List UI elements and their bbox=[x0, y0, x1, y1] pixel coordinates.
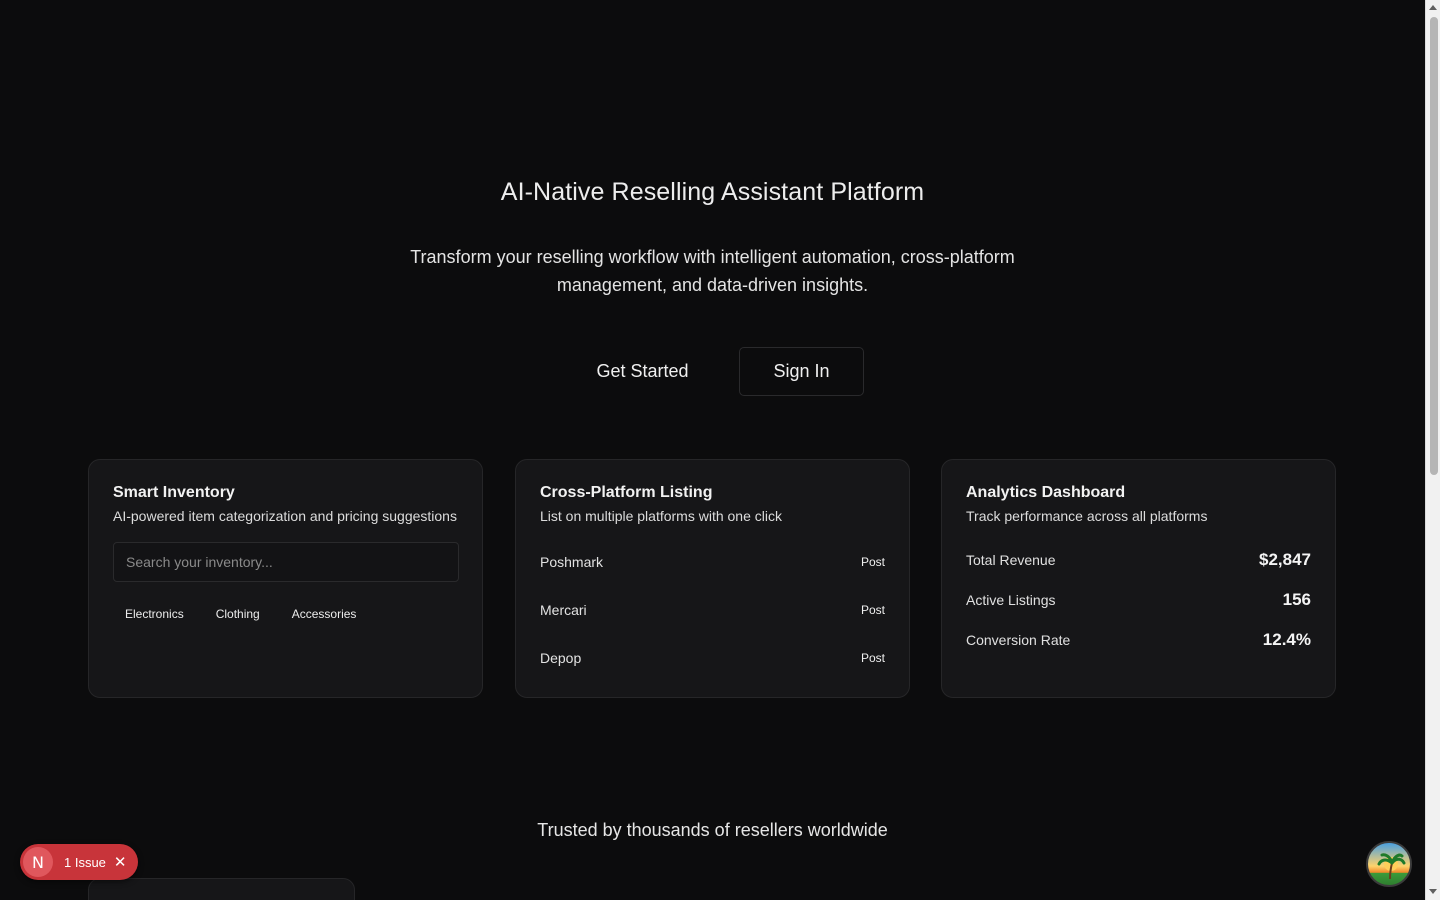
close-icon[interactable]: ✕ bbox=[114, 853, 127, 871]
platform-name: Mercari bbox=[540, 602, 587, 618]
smart-inventory-card: Smart Inventory AI-powered item categori… bbox=[88, 459, 483, 698]
sign-in-button[interactable]: Sign In bbox=[739, 347, 864, 396]
stat-label: Conversion Rate bbox=[966, 632, 1071, 648]
scrollbar-thumb[interactable] bbox=[1430, 17, 1438, 475]
trusted-heading: Trusted by thousands of resellers worldw… bbox=[537, 820, 888, 840]
platform-list: Poshmark Post Mercari Post Depop Post bbox=[540, 538, 885, 682]
cta-row: Get Started Sign In bbox=[0, 347, 1425, 396]
stat-row-conversion-rate: Conversion Rate 12.4% bbox=[966, 620, 1311, 660]
tag-accessories[interactable]: Accessories bbox=[280, 603, 369, 625]
tag-clothing[interactable]: Clothing bbox=[204, 603, 272, 625]
stats-list: Total Revenue $2,847 Active Listings 156… bbox=[966, 540, 1311, 660]
stat-value: 12.4% bbox=[1262, 630, 1311, 649]
stat-row-active-listings: Active Listings 156 bbox=[966, 580, 1311, 620]
issue-count-label[interactable]: 1 Issue bbox=[64, 855, 106, 870]
hero-subtitle: Transform your reselling workflow with i… bbox=[410, 247, 1015, 295]
stat-value: $2,847 bbox=[1259, 550, 1311, 569]
stat-value: 156 bbox=[1282, 590, 1311, 609]
testimonial-card bbox=[88, 878, 355, 900]
platform-name: Depop bbox=[540, 650, 582, 666]
stat-label: Active Listings bbox=[966, 592, 1056, 608]
issues-badge[interactable]: N 1 Issue ✕ bbox=[20, 844, 138, 880]
hero-title: AI-Native Reselling Assistant Platform bbox=[500, 178, 925, 206]
scroll-up-icon[interactable] bbox=[1429, 5, 1437, 10]
card-title: Cross-Platform Listing bbox=[540, 484, 713, 501]
card-description: AI-powered item categorization and prici… bbox=[113, 508, 457, 524]
platform-name: Poshmark bbox=[540, 554, 604, 570]
stat-label: Total Revenue bbox=[966, 552, 1056, 568]
platform-row-poshmark: Poshmark Post bbox=[540, 538, 885, 586]
card-description: List on multiple platforms with one clic… bbox=[540, 508, 782, 524]
post-button-poshmark[interactable]: Post bbox=[851, 551, 895, 573]
nextjs-logo-icon[interactable]: N bbox=[23, 847, 53, 877]
platform-row-depop: Depop Post bbox=[540, 634, 885, 682]
get-started-button[interactable]: Get Started bbox=[566, 347, 719, 396]
category-tags: Electronics Clothing Accessories bbox=[113, 603, 458, 625]
avatar-island-icon[interactable] bbox=[1366, 841, 1412, 887]
card-title: Smart Inventory bbox=[113, 484, 235, 501]
tag-electronics[interactable]: Electronics bbox=[113, 603, 196, 625]
scroll-down-icon[interactable] bbox=[1429, 889, 1437, 894]
stat-row-total-revenue: Total Revenue $2,847 bbox=[966, 540, 1311, 580]
card-description: Track performance across all platforms bbox=[966, 508, 1208, 524]
vertical-scrollbar[interactable] bbox=[1425, 0, 1440, 900]
card-title: Analytics Dashboard bbox=[966, 484, 1126, 501]
platform-row-mercari: Mercari Post bbox=[540, 586, 885, 634]
post-button-mercari[interactable]: Post bbox=[851, 599, 895, 621]
landing-page: AI-Native Reselling Assistant Platform T… bbox=[0, 0, 1425, 900]
cross-platform-listing-card: Cross-Platform Listing List on multiple … bbox=[515, 459, 910, 698]
inventory-search-input[interactable] bbox=[113, 542, 459, 582]
analytics-dashboard-card: Analytics Dashboard Track performance ac… bbox=[941, 459, 1336, 698]
post-button-depop[interactable]: Post bbox=[851, 647, 895, 669]
